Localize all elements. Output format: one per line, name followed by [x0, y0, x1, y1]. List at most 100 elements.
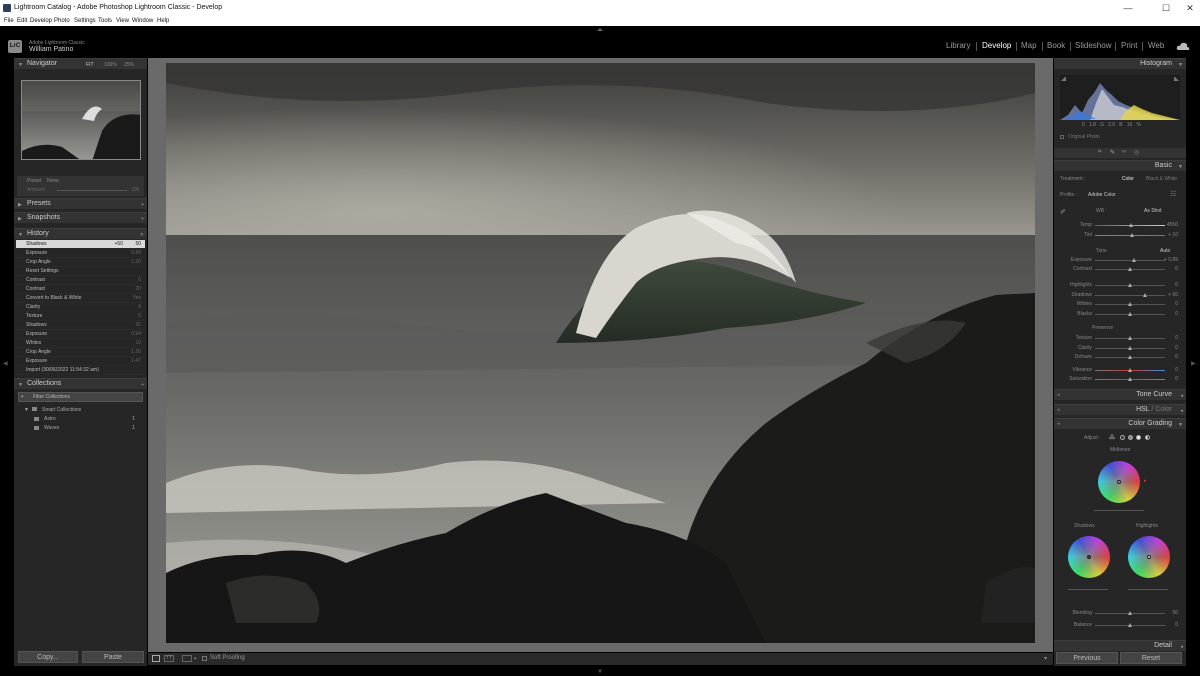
midtones-mode-icon[interactable]	[1128, 435, 1133, 440]
history-header[interactable]: ▼ History ✕	[14, 228, 147, 239]
texture-slider[interactable]: Texture 0	[1054, 334, 1186, 343]
slider-thumb[interactable]	[1128, 283, 1132, 287]
compare-icon[interactable]	[182, 655, 192, 662]
midtones-hue-handle-icon[interactable]: ▸	[1144, 478, 1147, 484]
slider-value[interactable]: + 10	[1168, 231, 1178, 240]
history-item[interactable]: Shadows 31	[16, 321, 145, 330]
history-item[interactable]: Shadows +50 50	[16, 240, 145, 249]
wb-eyedropper-icon[interactable]: ✐	[1060, 208, 1066, 216]
balance-slider[interactable]: Balance 0	[1054, 621, 1186, 630]
slider-value[interactable]: 0	[1175, 344, 1178, 353]
menu-window[interactable]: Window	[132, 17, 153, 26]
collections-header[interactable]: ▼ Collections +	[14, 378, 147, 389]
module-develop[interactable]: Develop	[982, 41, 1011, 50]
shadows-lum-slider[interactable]	[1068, 589, 1108, 590]
highlight-clipping-icon[interactable]	[1174, 76, 1179, 81]
whites-slider[interactable]: Whites 0	[1054, 300, 1186, 309]
slider-value[interactable]: 0	[1175, 300, 1178, 309]
module-book[interactable]: Book	[1047, 41, 1065, 50]
menu-tools[interactable]: Tools	[98, 17, 112, 26]
shadows-slider[interactable]: Shadows + 50	[1054, 291, 1186, 300]
history-item[interactable]: Crop Angle 1.30	[16, 258, 145, 267]
module-map[interactable]: Map	[1021, 41, 1037, 50]
history-item[interactable]: Exposure 0.94	[16, 330, 145, 339]
slider-thumb[interactable]	[1143, 293, 1148, 297]
reset-button[interactable]: Reset	[1120, 652, 1182, 664]
slider-value[interactable]: + 50	[1168, 291, 1178, 300]
history-item[interactable]: Exposure 1.47	[16, 357, 145, 366]
highlights-wheel[interactable]	[1128, 536, 1170, 578]
collapse-right-icon[interactable]: ▶	[1191, 360, 1196, 367]
slider-value[interactable]: 0	[1175, 310, 1178, 319]
soft-proofing-checkbox[interactable]	[202, 656, 207, 661]
history-item[interactable]: Contrast 20	[16, 285, 145, 294]
slider-value[interactable]: 50	[1172, 609, 1178, 618]
slider-thumb[interactable]	[1128, 611, 1132, 615]
menu-photo[interactable]: Photo	[54, 17, 70, 26]
main-photo[interactable]	[166, 63, 1035, 643]
tone-curve-header[interactable]: ◂ Tone Curve ◂	[1054, 389, 1186, 400]
highlights-lum-slider[interactable]	[1128, 589, 1168, 590]
paste-button[interactable]: Paste	[82, 651, 144, 663]
previous-button[interactable]: Previous	[1056, 652, 1118, 664]
wb-select[interactable]: As Shot	[1144, 208, 1162, 214]
slider-thumb[interactable]	[1128, 623, 1132, 627]
slider-thumb[interactable]	[1129, 223, 1134, 227]
slider-thumb[interactable]	[1128, 336, 1132, 340]
menu-file[interactable]: File	[4, 17, 14, 26]
crop-tool-icon[interactable]: ⌗	[1098, 149, 1101, 156]
zoom-fit[interactable]: FIT	[86, 62, 94, 68]
vibrance-slider[interactable]: Vibrance 0	[1054, 366, 1186, 375]
compare-dropdown-icon[interactable]: ▾	[194, 656, 197, 662]
tint-slider[interactable]: Tint + 10	[1054, 231, 1186, 240]
slider-value[interactable]: 0	[1175, 334, 1178, 343]
copy-button[interactable]: Copy...	[18, 651, 78, 663]
collapse-left-icon[interactable]: ◀	[3, 360, 8, 367]
three-way-icon[interactable]: ⁂	[1109, 434, 1115, 441]
menu-help[interactable]: Help	[157, 17, 169, 26]
original-photo-checkbox[interactable]	[1060, 135, 1064, 139]
collection-item-waves[interactable]: Waves 1	[14, 424, 147, 433]
hsl-title[interactable]: HSL	[1136, 406, 1149, 413]
slider-track[interactable]	[1095, 260, 1165, 261]
toolbar-menu-icon[interactable]: ▾	[1044, 655, 1047, 662]
preset-value[interactable]: None	[47, 178, 59, 184]
collapse-top-icon[interactable]	[597, 28, 603, 31]
treatment-color[interactable]: Color	[1122, 176, 1134, 182]
history-item[interactable]: Convert to Black & White Yes	[16, 294, 145, 303]
module-web[interactable]: Web	[1148, 41, 1164, 50]
profile-browser-icon[interactable]: ☷	[1170, 190, 1176, 198]
clarity-slider[interactable]: Clarity 0	[1054, 344, 1186, 353]
collection-item-astro[interactable]: Astro 1	[14, 415, 147, 424]
dehaze-slider[interactable]: Dehaze 0	[1054, 353, 1186, 362]
history-item[interactable]: Texture 5	[16, 312, 145, 321]
slider-value[interactable]: 0	[1175, 366, 1178, 375]
history-item[interactable]: Exposure 0.89	[16, 249, 145, 258]
module-library[interactable]: Library	[946, 41, 970, 50]
slider-value[interactable]: 0	[1175, 375, 1178, 384]
slider-track[interactable]	[1095, 295, 1165, 296]
slider-value[interactable]: 0	[1175, 265, 1178, 274]
midtones-lum-slider[interactable]	[1094, 510, 1144, 511]
menu-settings[interactable]: Settings	[74, 17, 96, 26]
detail-header[interactable]: Detail ◂	[1054, 640, 1186, 651]
zoom-100[interactable]: 100%	[104, 62, 117, 68]
navigator-preview[interactable]	[21, 80, 141, 160]
zoom-25[interactable]: 25%	[124, 62, 134, 68]
history-item[interactable]: Clarity 8	[16, 303, 145, 312]
slider-thumb[interactable]	[1128, 368, 1132, 372]
redeye-tool-icon[interactable]: ∞	[1122, 149, 1126, 155]
history-item[interactable]: Contrast 0	[16, 276, 145, 285]
blending-slider[interactable]: Blending 50	[1054, 609, 1186, 618]
profile-select[interactable]: Adobe Color	[1088, 192, 1116, 198]
treatment-bw[interactable]: Black & White	[1146, 176, 1177, 182]
slider-thumb[interactable]	[1130, 233, 1135, 237]
close-button[interactable]: ✕	[1182, 2, 1198, 14]
history-item[interactable]: Reset Settings	[16, 267, 145, 276]
menu-edit[interactable]: Edit	[17, 17, 27, 26]
smart-collections-row[interactable]: ▼ Smart Collections	[14, 406, 147, 415]
menu-view[interactable]: View	[116, 17, 129, 26]
shadow-clipping-icon[interactable]	[1061, 76, 1066, 81]
histogram-header[interactable]: Histogram ▼	[1054, 58, 1186, 69]
highlights-mode-icon[interactable]	[1136, 435, 1141, 440]
